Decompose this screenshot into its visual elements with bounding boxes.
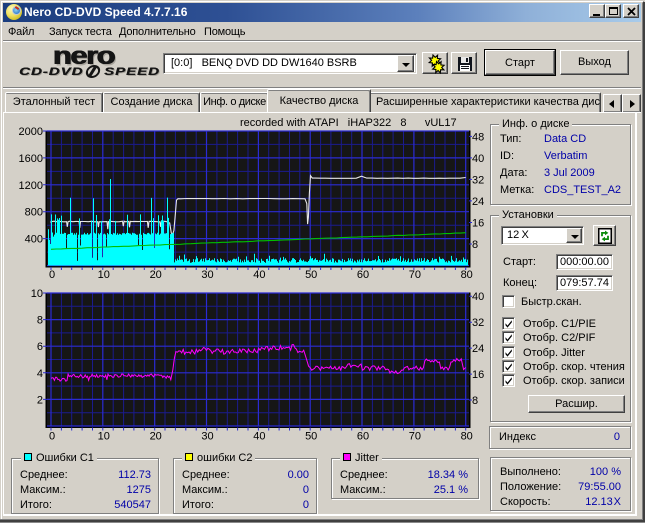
svg-text:2000: 2000 (19, 126, 43, 138)
svg-text:4: 4 (37, 368, 43, 380)
svg-text:80: 80 (461, 431, 473, 443)
svg-text:400: 400 (25, 234, 43, 246)
svg-text:70: 70 (409, 431, 421, 443)
svg-text:30: 30 (201, 431, 213, 443)
svg-text:8: 8 (37, 315, 43, 327)
svg-text:40: 40 (253, 269, 265, 281)
svg-text:1200: 1200 (19, 180, 43, 192)
svg-text:70: 70 (409, 269, 421, 281)
svg-text:40: 40 (472, 153, 484, 165)
svg-text:10: 10 (98, 431, 110, 443)
svg-text:80: 80 (461, 269, 473, 281)
svg-text:10: 10 (98, 269, 110, 281)
svg-text:800: 800 (25, 207, 43, 219)
svg-text:1600: 1600 (19, 153, 43, 165)
svg-text:40: 40 (253, 431, 265, 443)
svg-text:20: 20 (150, 431, 162, 443)
svg-text:2: 2 (37, 394, 43, 406)
svg-text:6: 6 (37, 341, 43, 353)
svg-text:32: 32 (472, 317, 484, 329)
svg-text:50: 50 (305, 431, 317, 443)
svg-text:8: 8 (472, 239, 478, 251)
svg-text:16: 16 (472, 369, 484, 381)
svg-text:50: 50 (305, 269, 317, 281)
svg-text:30: 30 (201, 269, 213, 281)
svg-text:48: 48 (472, 131, 484, 143)
svg-text:recorded with ATAPI iHAP322: recorded with ATAPI iHAP322 8 vUL17 (240, 117, 457, 129)
svg-text:10: 10 (31, 288, 43, 300)
svg-text:0: 0 (49, 431, 55, 443)
svg-text:24: 24 (472, 196, 484, 208)
svg-text:8: 8 (472, 395, 478, 407)
svg-text:0: 0 (49, 269, 55, 281)
svg-text:40: 40 (472, 291, 484, 303)
svg-text:60: 60 (357, 269, 369, 281)
svg-text:24: 24 (472, 343, 484, 355)
svg-text:16: 16 (472, 218, 484, 230)
svg-text:32: 32 (472, 174, 484, 186)
svg-text:20: 20 (150, 269, 162, 281)
svg-text:60: 60 (357, 431, 369, 443)
